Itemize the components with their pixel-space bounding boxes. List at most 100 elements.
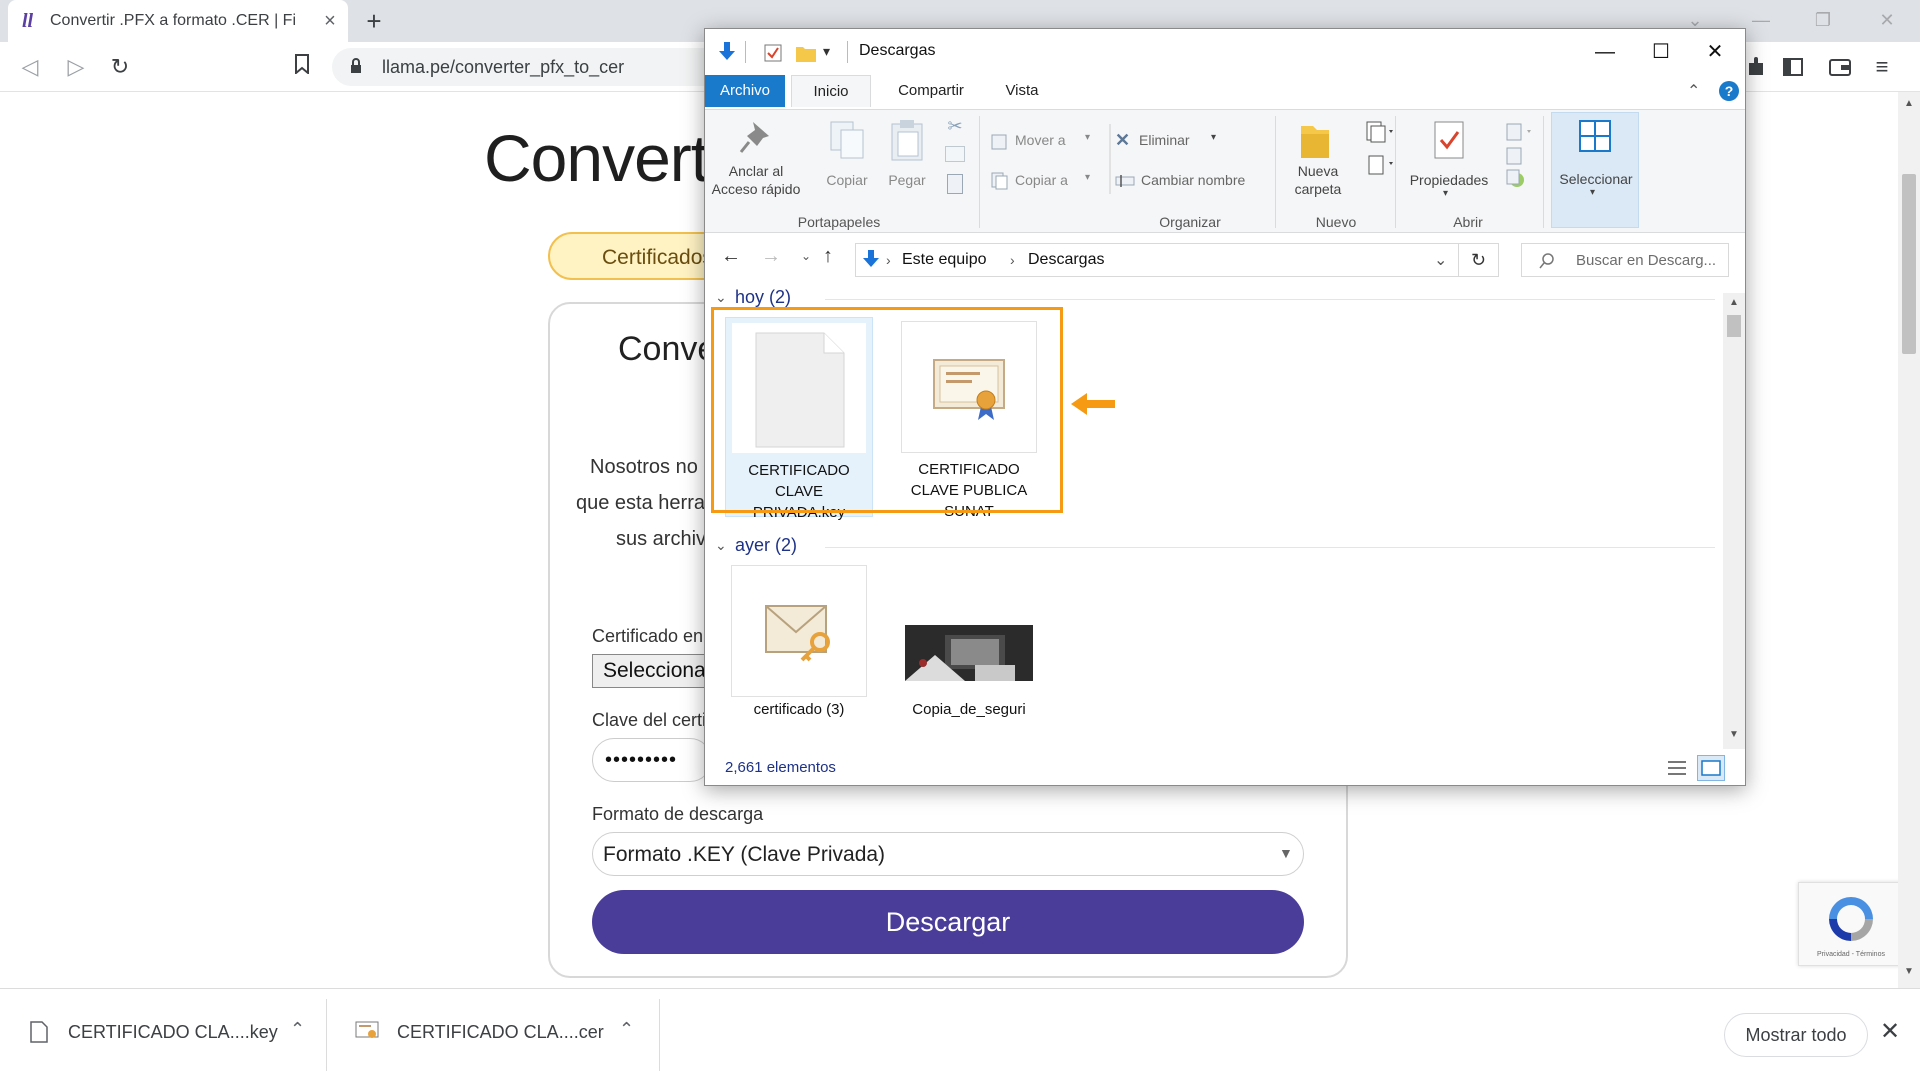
move-to-button[interactable]: Mover a ▾ bbox=[991, 130, 1101, 154]
new-folder-icon[interactable] bbox=[795, 43, 817, 63]
paste-shortcut-icon[interactable] bbox=[947, 174, 963, 194]
new-item-button[interactable] bbox=[1365, 120, 1397, 144]
address-box[interactable]: › Este equipo › Descargas ⌄ bbox=[855, 243, 1459, 277]
collapse-group-icon[interactable]: ⌄ bbox=[715, 537, 727, 554]
file-explorer-window: ▾ Descargas — ☐ ✕ Archivo Inicio Compart… bbox=[704, 28, 1746, 786]
properties-button[interactable]: Propiedades ▾ bbox=[1401, 116, 1497, 208]
menu-icon[interactable]: ≡ bbox=[1872, 54, 1892, 79]
copy-button[interactable]: Copiar bbox=[821, 116, 873, 196]
password-field[interactable]: ••••••••• bbox=[592, 738, 712, 782]
intro-line: Nosotros no a bbox=[590, 456, 715, 478]
recaptcha-terms[interactable]: Privacidad - Términos bbox=[1799, 951, 1903, 958]
download-shelf: CERTIFICADO CLA....key ⌃ CERTIFICADO CLA… bbox=[0, 988, 1920, 1080]
divider bbox=[825, 547, 1715, 548]
tab-inicio[interactable]: Inicio bbox=[791, 75, 871, 107]
breadcrumb-descargas[interactable]: Descargas bbox=[1028, 251, 1104, 269]
paste-button[interactable]: Pegar bbox=[881, 116, 933, 196]
download-item[interactable]: CERTIFICADO CLA....key ⌃ bbox=[0, 989, 326, 1081]
delete-button[interactable]: ✕ Eliminar ▾ bbox=[1115, 130, 1225, 154]
large-icons-view-icon[interactable] bbox=[1697, 755, 1725, 781]
chevron-down-icon: ▾ bbox=[1085, 132, 1091, 143]
restore-icon[interactable]: ❐ bbox=[1796, 0, 1850, 40]
details-view-icon[interactable] bbox=[1665, 757, 1689, 779]
download-arrow-icon bbox=[719, 42, 735, 60]
download-item[interactable]: CERTIFICADO CLA....cer ⌃ bbox=[327, 989, 659, 1081]
recent-locations-icon[interactable]: ⌄ bbox=[801, 249, 811, 263]
collapse-ribbon-icon[interactable]: ⌃ bbox=[1687, 81, 1700, 101]
bookmark-icon[interactable] bbox=[286, 51, 318, 83]
file-thumbnail bbox=[731, 565, 867, 697]
collapse-group-icon[interactable]: ⌄ bbox=[715, 289, 727, 306]
page-scrollbar[interactable]: ▲ ▼ bbox=[1898, 92, 1920, 988]
select-button[interactable]: Seleccionar ▾ bbox=[1551, 112, 1639, 228]
recaptcha-badge[interactable]: Privacidad - Términos bbox=[1798, 882, 1902, 966]
cut-icon[interactable]: ✂ bbox=[945, 116, 965, 136]
wallet-icon[interactable] bbox=[1828, 56, 1852, 78]
scroll-down-icon[interactable]: ▼ bbox=[1904, 966, 1914, 977]
search-placeholder: Buscar en Descarg... bbox=[1576, 252, 1717, 269]
up-arrow-icon[interactable]: ↑ bbox=[823, 245, 833, 268]
explorer-scrollbar[interactable]: ▲ ▼ bbox=[1723, 293, 1745, 749]
group-header-ayer[interactable]: ayer (2) bbox=[735, 535, 797, 556]
minimize-icon[interactable]: — bbox=[1585, 35, 1625, 69]
tab-close-icon[interactable]: × bbox=[318, 9, 342, 33]
chevron-up-icon[interactable]: ⌃ bbox=[290, 1019, 305, 1040]
rename-button[interactable]: Cambiar nombre bbox=[1115, 170, 1265, 194]
explorer-scroll-thumb[interactable] bbox=[1727, 315, 1741, 337]
search-icon bbox=[1539, 253, 1554, 269]
page-scroll-thumb[interactable] bbox=[1902, 174, 1916, 354]
show-all-button[interactable]: Mostrar todo bbox=[1724, 1013, 1868, 1057]
explorer-title-bar[interactable]: ▾ Descargas — ☐ ✕ bbox=[705, 29, 1745, 75]
intro-line: que esta herran bbox=[576, 492, 717, 514]
chevron-up-icon[interactable]: ⌃ bbox=[619, 1019, 634, 1040]
open-actions[interactable] bbox=[1503, 120, 1537, 190]
copy-path-icon[interactable] bbox=[945, 146, 965, 162]
divider bbox=[1109, 124, 1111, 194]
copy-to-button[interactable]: Copiar a ▾ bbox=[991, 170, 1101, 194]
download-button[interactable]: Descargar bbox=[592, 890, 1304, 954]
format-select[interactable]: Formato .KEY (Clave Privada) ▼ bbox=[592, 832, 1304, 876]
easy-access-button[interactable] bbox=[1365, 152, 1397, 176]
pin-quick-access-button[interactable]: Anclar al Acceso rápido bbox=[711, 116, 801, 208]
file-name: certificado (3) bbox=[753, 701, 845, 718]
chevron-right-icon: › bbox=[886, 252, 891, 268]
sidebar-icon[interactable] bbox=[1782, 56, 1804, 78]
browser-tab[interactable]: ll Convertir .PFX a formato .CER | Fi × bbox=[8, 0, 348, 42]
lock-icon bbox=[351, 58, 361, 73]
new-tab-button[interactable]: + bbox=[360, 8, 388, 36]
close-shelf-icon[interactable]: ✕ bbox=[1880, 1017, 1900, 1046]
help-icon[interactable]: ? bbox=[1719, 81, 1739, 101]
copy-icon bbox=[830, 121, 864, 159]
scroll-down-icon[interactable]: ▼ bbox=[1729, 729, 1739, 740]
file-item[interactable]: Copia_de_seguri bbox=[895, 563, 1043, 723]
file-select-button[interactable]: Seleccionar bbox=[592, 654, 712, 688]
new-folder-button[interactable]: Nueva carpeta bbox=[1283, 116, 1353, 208]
reload-icon[interactable]: ↻ bbox=[104, 51, 136, 83]
tab-archivo[interactable]: Archivo bbox=[705, 75, 785, 107]
quick-access-dropdown-icon[interactable]: ▾ bbox=[823, 43, 830, 60]
properties-check-icon[interactable] bbox=[763, 43, 783, 63]
refresh-icon[interactable]: ↻ bbox=[1459, 243, 1499, 277]
url-text: llama.pe/converter_pfx_to_cer bbox=[382, 57, 625, 77]
close-window-icon[interactable]: ✕ bbox=[1860, 0, 1914, 40]
move-to-label: Mover a bbox=[1015, 132, 1066, 148]
tab-vista[interactable]: Vista bbox=[989, 75, 1055, 107]
scroll-up-icon[interactable]: ▲ bbox=[1904, 98, 1914, 109]
search-input[interactable]: Buscar en Descarg... bbox=[1521, 243, 1729, 277]
forward-arrow-icon[interactable]: → bbox=[761, 245, 781, 268]
breadcrumb-este-equipo[interactable]: Este equipo bbox=[902, 251, 987, 269]
extensions-icon[interactable] bbox=[1746, 55, 1766, 79]
maximize-icon[interactable]: ☐ bbox=[1641, 35, 1681, 69]
file-item[interactable]: certificado (3) bbox=[725, 563, 873, 723]
back-arrow-icon[interactable]: ← bbox=[721, 245, 741, 268]
scroll-up-icon[interactable]: ▲ bbox=[1729, 297, 1739, 308]
divider bbox=[1543, 116, 1544, 228]
back-icon[interactable]: ◁ bbox=[14, 51, 46, 83]
group-header-hoy[interactable]: hoy (2) bbox=[735, 287, 791, 308]
address-bar[interactable]: llama.pe/converter_pfx_to_cer bbox=[332, 48, 732, 86]
chevron-down-icon[interactable]: ⌄ bbox=[1434, 250, 1447, 270]
forward-icon[interactable]: ▷ bbox=[60, 51, 92, 83]
chevron-down-icon: ▾ bbox=[1590, 187, 1596, 198]
close-icon[interactable]: ✕ bbox=[1695, 35, 1735, 69]
tab-compartir[interactable]: Compartir bbox=[881, 75, 981, 107]
